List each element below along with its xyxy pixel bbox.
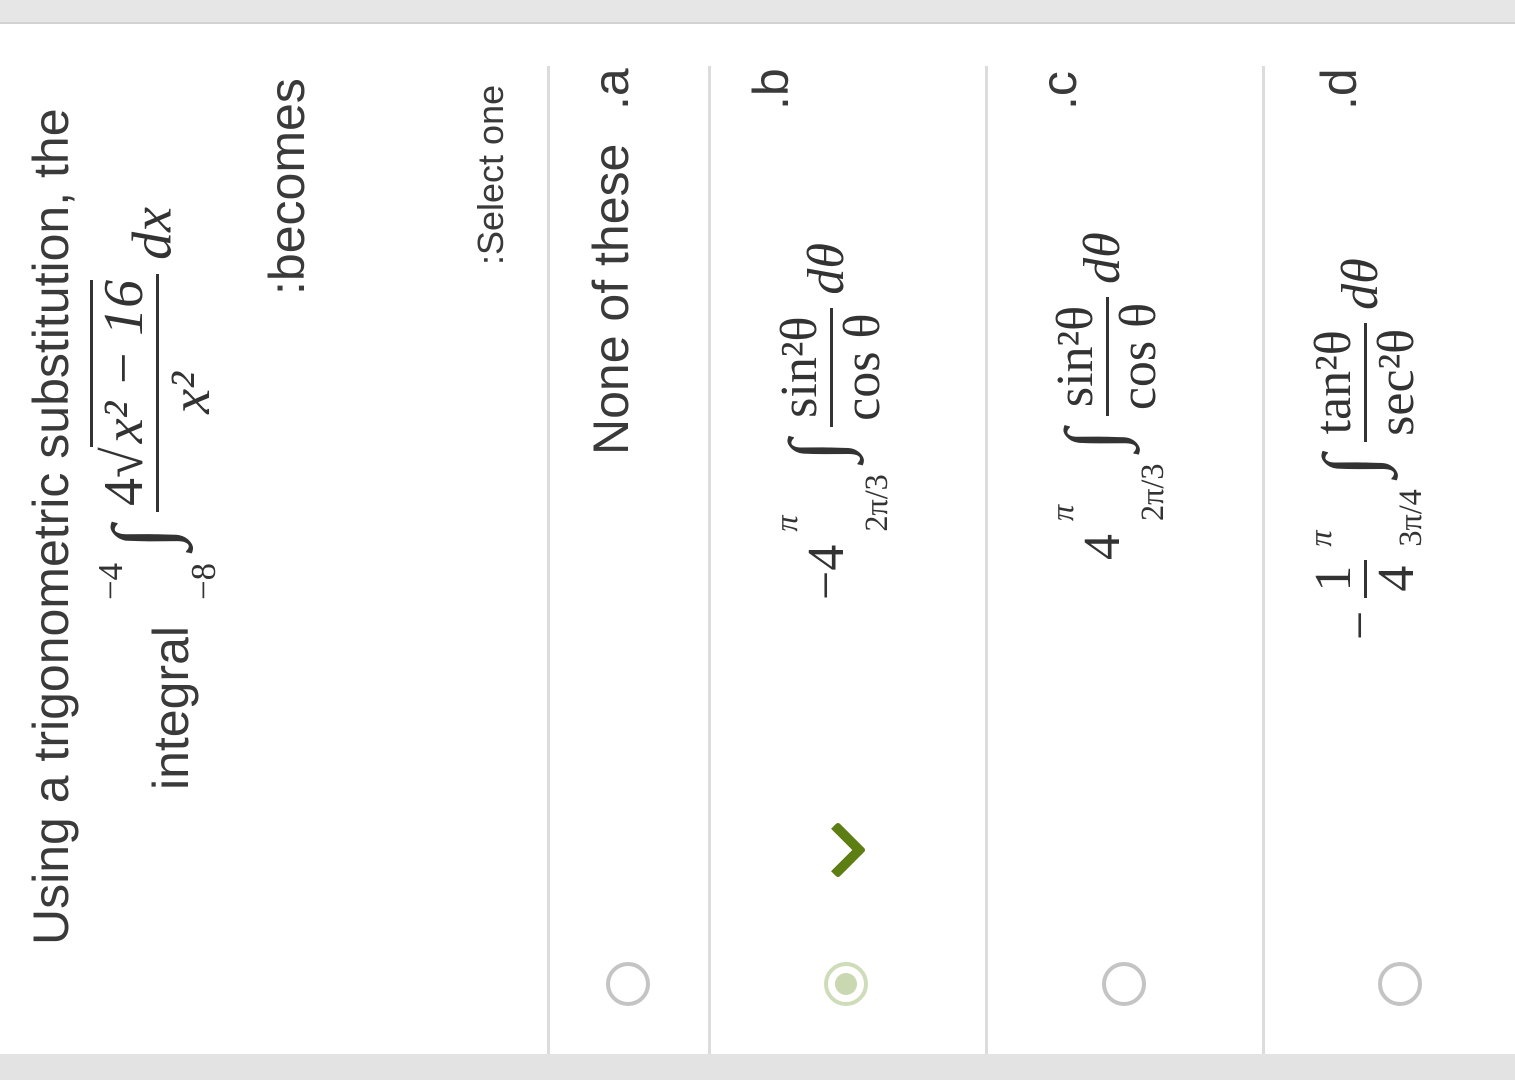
top-bar [0,0,1515,22]
option-b-denominator: cos θ [829,307,891,427]
question-card [0,24,1515,1054]
option-d-numerator: tan²θ [1304,330,1362,435]
denominator: x² [156,273,222,513]
option-c-lower-limit: 2π/3 [1134,463,1171,521]
radio-option-a[interactable] [606,962,650,1006]
option-c-numerator: sin²θ [1046,305,1104,408]
option-d-coeff-denominator: 4 [1363,559,1425,598]
radio-selected-icon[interactable] [824,962,868,1006]
option-b-coefficient: −4 [798,544,856,600]
question-line-3: :becomes [259,78,315,295]
divider-c [1262,66,1265,1054]
option-c-letter: .c [1031,71,1087,110]
option-d-letter: .d [1311,68,1367,110]
option-c-expression: 4 π 2π/3 ∫ sin²θ cos θ dθ [1044,232,1171,560]
question-line-1: Using a trigonometric substitution, the [23,108,79,945]
option-d-expression: − 1 4 π 3π/4 ∫ tan²θ sec²θ dθ [1302,258,1429,640]
radio-option-d[interactable] [1378,962,1422,1006]
integral-sign: ∫ [96,526,190,550]
divider-prompt [547,66,550,1054]
option-a-text: None of these [583,143,639,455]
radio-option-c[interactable] [1102,962,1146,1006]
integral-lower-limit: −8 [183,563,223,600]
option-a-letter: .a [583,68,639,110]
bottom-bar [0,1054,1515,1080]
option-b-upper-limit: π [768,515,804,532]
divider-a [708,66,711,1054]
option-d-upper-limit: π [1302,530,1338,547]
question-integral: −4 −8 ∫ 4√x² − 16 x² dx [90,207,223,600]
differential: dx [121,207,184,260]
numerator-coefficient: 4 [93,478,156,507]
option-b-differential: dθ [798,243,856,295]
option-b-expression: −4 π 2π/3 ∫ sin²θ cos θ dθ [768,243,895,600]
question-line-2-label: integral [143,626,199,790]
sqrt-symbol: √ [93,447,156,479]
option-b-numerator: sin²θ [770,316,828,418]
option-b-lower-limit: 2π/3 [858,474,895,532]
option-d-denominator: sec²θ [1363,322,1425,442]
option-d-lower-limit: 3π/4 [1392,489,1429,547]
option-d-sign: − [1332,610,1390,640]
option-c-integral-sign: ∫ [1049,429,1137,451]
option-d-coeff-numerator: 1 [1304,565,1362,592]
option-c-denominator: cos θ [1105,296,1167,417]
option-b-letter: .b [743,68,799,110]
divider-b [985,66,988,1054]
option-c-differential: dθ [1074,232,1132,284]
option-d-integral-sign: ∫ [1307,454,1395,477]
option-b-integral-sign: ∫ [773,439,861,462]
radicand: x² − 16 [90,279,156,448]
option-d-differential: dθ [1332,258,1390,310]
select-one-prompt: :Select one [470,84,511,265]
option-c-coefficient: 4 [1074,534,1132,560]
option-c-upper-limit: π [1044,504,1080,521]
integral-upper-limit: −4 [91,563,130,600]
